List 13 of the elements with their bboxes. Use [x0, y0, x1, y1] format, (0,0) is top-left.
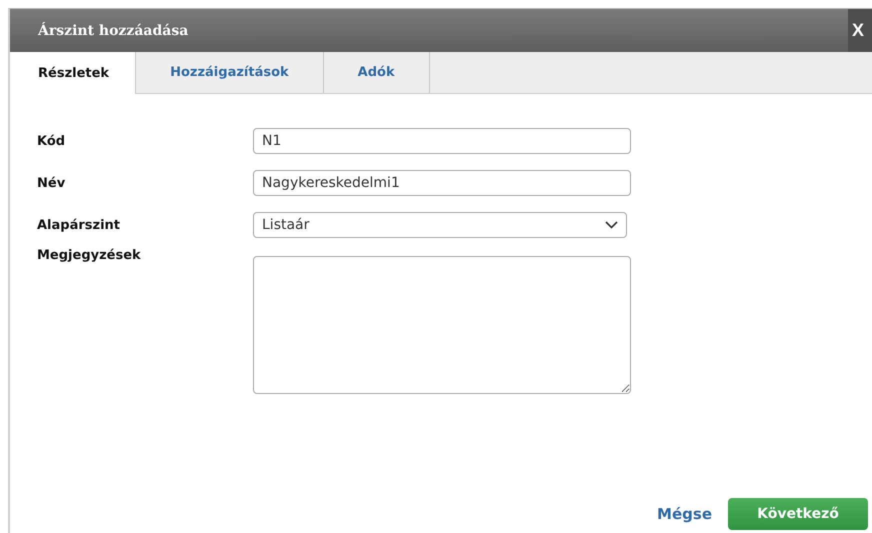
field-label: Kód: [37, 134, 66, 148]
field-label: Név: [37, 176, 66, 190]
close-button[interactable]: X: [848, 9, 872, 52]
input-field[interactable]: Nagykereskedelmi1: [253, 170, 631, 196]
notes-field[interactable]: [253, 256, 631, 394]
field-label: Megjegyzések: [37, 248, 142, 263]
field-label: Alapárszint: [37, 218, 122, 232]
dropdown-field[interactable]: Listaár: [253, 212, 627, 238]
window-title: Árszint hozzáadása: [36, 22, 188, 38]
input-field[interactable]: N1: [253, 128, 631, 154]
cancel-link[interactable]: Mégse: [657, 505, 712, 523]
tab[interactable]: Részletek: [10, 52, 136, 94]
chevron-down-icon: [605, 221, 618, 229]
